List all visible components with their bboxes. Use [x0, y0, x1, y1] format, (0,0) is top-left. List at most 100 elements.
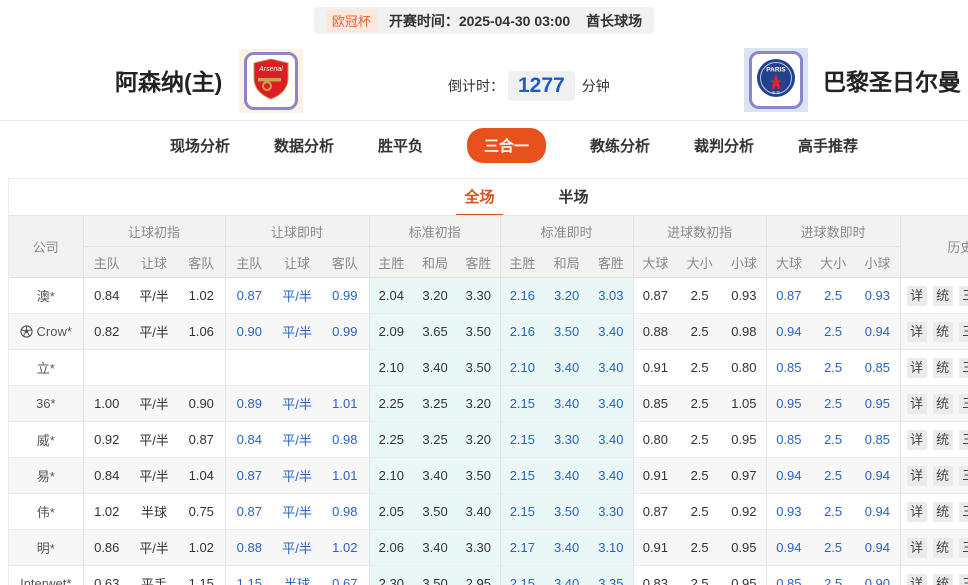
odds-cell: 0.90 [178, 385, 226, 422]
odds-cell: 0.83 [632, 565, 678, 585]
table-row: Interwet* 0.63 平手 1.15 1.15 半球 0.67 2.30 3.50 2.9… [9, 565, 968, 585]
tab-win-draw-lose[interactable]: 胜平负 [378, 135, 423, 156]
company-name: 明* [36, 541, 55, 556]
history-button-详[interactable]: 详 [906, 429, 927, 450]
odds-cell: 0.94 [765, 457, 812, 494]
tab-expert-tips[interactable]: 高手推荐 [798, 135, 858, 156]
history-button-详[interactable]: 详 [906, 465, 927, 486]
odds-cell: 2.04 [368, 277, 414, 314]
col-sub-header: 和局 [413, 246, 458, 278]
countdown-value: 1277 [508, 71, 575, 101]
history-button-统[interactable]: 统 [932, 429, 953, 450]
history-button-详[interactable]: 详 [906, 537, 927, 558]
col-group-header: 让球初指 [82, 215, 226, 247]
col-group-header: 标准即时 [499, 215, 634, 247]
odds-cell: 0.85 [632, 385, 678, 422]
col-group-header: 进球数初指 [632, 215, 767, 247]
odds-cell: 0.94 [765, 313, 812, 350]
odds-cell: 3.50 [544, 313, 590, 350]
header-divider [0, 120, 968, 121]
history-button-详[interactable]: 详 [906, 321, 927, 342]
odds-cell: 2.10 [368, 349, 414, 386]
tab-three-in-one[interactable]: 三合一 [466, 127, 546, 163]
col-header-history: 历史 [899, 215, 968, 278]
odds-cell: 2.15 [499, 493, 545, 530]
odds-cell: 2.5 [811, 313, 856, 350]
svg-text:PARIS: PARIS [766, 66, 786, 73]
odds-cell: 0.95 [855, 385, 901, 422]
history-button-三[interactable]: 三 [958, 285, 968, 306]
odds-cell: 0.95 [722, 565, 767, 585]
odds-cell: 0.87 [224, 277, 274, 314]
history-button-统[interactable]: 统 [932, 573, 953, 585]
history-button-统[interactable]: 统 [932, 285, 953, 306]
table-row: 36* 1.00 平/半 0.90 0.89 平/半 1.01 2.25 3.25 3.20 2.1… [9, 385, 968, 422]
company-cell: 易* [9, 457, 83, 494]
col-sub-header: 大小 [811, 246, 856, 278]
history-button-三[interactable]: 三 [958, 393, 968, 414]
odds-cell: 2.15 [499, 421, 545, 458]
odds-cell: 1.02 [321, 529, 370, 566]
odds-cell: 2.16 [499, 277, 545, 314]
odds-cell: 0.80 [632, 421, 678, 458]
odds-cell: 3.40 [589, 313, 634, 350]
history-button-统[interactable]: 统 [932, 537, 953, 558]
odds-cell [82, 349, 130, 386]
league-badge: 欧冠杯 [325, 9, 377, 32]
odds-cell: 0.98 [722, 313, 767, 350]
history-button-三[interactable]: 三 [958, 429, 968, 450]
history-button-统[interactable]: 统 [932, 465, 953, 486]
odds-cell: 3.40 [413, 457, 458, 494]
odds-cell: 3.40 [544, 385, 590, 422]
odds-cell: 3.40 [544, 349, 590, 386]
history-button-三[interactable]: 三 [958, 357, 968, 378]
history-button-详[interactable]: 详 [906, 357, 927, 378]
tab-coach-analysis[interactable]: 教练分析 [590, 135, 650, 156]
history-button-详[interactable]: 详 [906, 285, 927, 306]
main-nav: 现场分析 数据分析 胜平负 三合一 教练分析 裁判分析 高手推荐 [0, 122, 968, 168]
odds-cell: 3.50 [457, 313, 501, 350]
odds-cell: 2.5 [677, 421, 723, 458]
history-button-统[interactable]: 统 [932, 393, 953, 414]
odds-cell: 0.75 [178, 493, 226, 530]
col-sub-header: 小球 [855, 246, 901, 278]
odds-cell: 2.5 [677, 493, 723, 530]
odds-cell: 0.92 [82, 421, 130, 458]
odds-cell: 半球 [273, 565, 322, 585]
company-name: 澳* [36, 289, 55, 304]
tab-full-match[interactable]: 全场 [456, 186, 503, 217]
history-button-三[interactable]: 三 [958, 537, 968, 558]
history-button-三[interactable]: 三 [958, 573, 968, 585]
history-button-三[interactable]: 三 [958, 321, 968, 342]
history-button-统[interactable]: 统 [932, 501, 953, 522]
company-cell: 立* [9, 349, 83, 386]
odds-cell: 3.40 [589, 349, 634, 386]
tab-referee-analysis[interactable]: 裁判分析 [694, 135, 754, 156]
history-button-详[interactable]: 详 [906, 501, 927, 522]
history-button-详[interactable]: 详 [906, 573, 927, 585]
kickoff-time: 开赛时间：2025-04-30 03:00 [388, 12, 571, 29]
odds-cell: 3.20 [413, 277, 458, 314]
tab-live-analysis[interactable]: 现场分析 [170, 135, 230, 156]
tab-data-analysis[interactable]: 数据分析 [274, 135, 334, 156]
odds-cell: 0.92 [722, 493, 767, 530]
company-name: 易* [36, 469, 55, 484]
tab-half-match[interactable]: 半场 [551, 186, 597, 217]
odds-cell: 3.40 [589, 457, 634, 494]
odds-cell: 0.87 [765, 277, 812, 314]
history-button-详[interactable]: 详 [906, 393, 927, 414]
history-button-三[interactable]: 三 [958, 501, 968, 522]
odds-cell: 2.06 [368, 529, 414, 566]
company-name: Interwet* [20, 576, 72, 585]
history-button-三[interactable]: 三 [958, 465, 968, 486]
company-cell: 明* [9, 529, 83, 566]
soccer-ball-icon [19, 324, 33, 339]
col-sub-header: 大小 [677, 246, 723, 278]
odds-cell: 2.5 [677, 349, 723, 386]
history-button-统[interactable]: 统 [932, 321, 953, 342]
odds-cell: 3.40 [544, 565, 590, 585]
odds-cell: 0.88 [224, 529, 274, 566]
history-button-统[interactable]: 统 [932, 357, 953, 378]
away-team-name: 巴黎圣日尔曼 [823, 69, 961, 95]
odds-cell: 0.94 [765, 529, 812, 566]
